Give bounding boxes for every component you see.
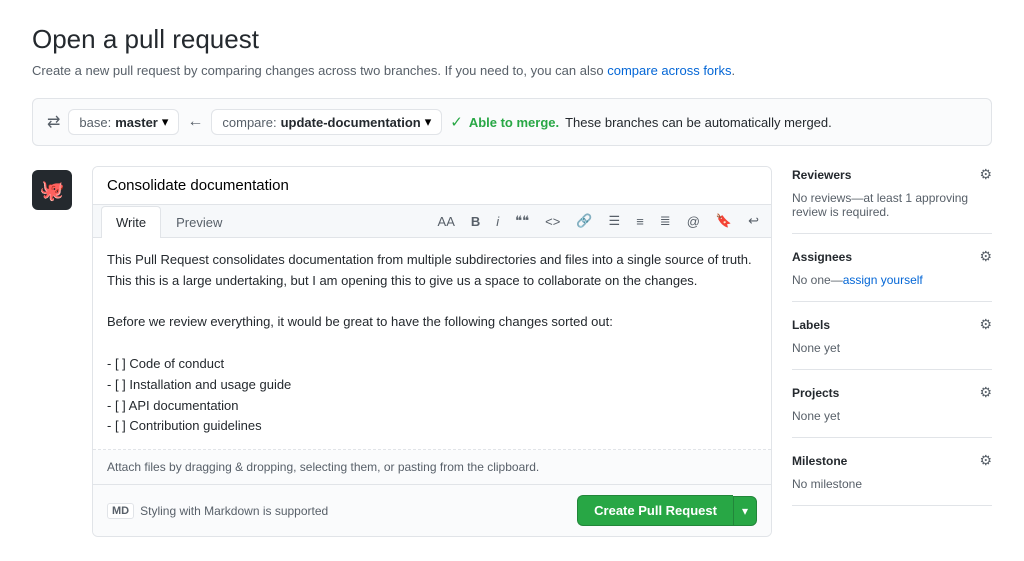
assignees-header: Assignees ⚙ — [792, 248, 992, 265]
sidebar-section-milestone: Milestone ⚙ No milestone — [792, 438, 992, 506]
toolbar-code-icon[interactable]: <> — [541, 212, 564, 231]
toolbar-ol-icon[interactable]: ≡ — [632, 212, 648, 231]
milestone-gear-icon[interactable]: ⚙ — [979, 452, 992, 469]
able-to-merge-text: Able to merge. — [469, 115, 559, 130]
md-badge: MD — [107, 503, 134, 519]
reviewers-value: No reviews—at least 1 approving review i… — [792, 191, 992, 219]
sidebar-section-labels: Labels ⚙ None yet — [792, 302, 992, 370]
milestone-title: Milestone — [792, 454, 847, 468]
sidebar: Reviewers ⚙ No reviews—at least 1 approv… — [792, 166, 992, 537]
arrow-icon: ← — [187, 113, 203, 131]
avatar: 🐙 — [32, 170, 72, 210]
attach-zone[interactable]: Attach files by dragging & dropping, sel… — [93, 450, 771, 485]
tab-preview[interactable]: Preview — [161, 206, 237, 238]
assignees-gear-icon[interactable]: ⚙ — [979, 248, 992, 265]
labels-gear-icon[interactable]: ⚙ — [979, 316, 992, 333]
milestone-header: Milestone ⚙ — [792, 452, 992, 469]
toolbar-icons: AA B i ❝❝ <> 🔗 ☰ ≡ ≣ @ 🔖 ↩ — [434, 205, 763, 237]
main-layout: 🐙 Write Preview AA B i ❝❝ <> 🔗 ☰ ≡ ≣ @ 🔖… — [32, 166, 992, 537]
assign-yourself-link[interactable]: assign yourself — [843, 273, 923, 287]
reviewers-header: Reviewers ⚙ — [792, 166, 992, 183]
create-pull-request-button[interactable]: Create Pull Request — [577, 495, 733, 526]
editor-tabs: Write Preview AA B i ❝❝ <> 🔗 ☰ ≡ ≣ @ 🔖 ↩ — [93, 205, 771, 238]
labels-title: Labels — [792, 318, 830, 332]
toolbar-bold-icon[interactable]: B — [467, 212, 484, 231]
base-label: base: — [79, 115, 111, 130]
toolbar-ref-icon[interactable]: 🔖 — [712, 211, 736, 231]
compare-branch-name: update-documentation — [281, 115, 421, 130]
attach-text: Attach files by dragging & dropping, sel… — [107, 460, 539, 474]
reviewers-gear-icon[interactable]: ⚙ — [979, 166, 992, 183]
markdown-note: MD Styling with Markdown is supported — [107, 503, 328, 519]
merge-status: ✓ Able to merge. These branches can be a… — [450, 113, 832, 131]
assignees-value: No one—assign yourself — [792, 273, 992, 287]
toolbar-ul-icon[interactable]: ☰ — [605, 211, 625, 231]
toolbar-aa-icon[interactable]: AA — [434, 212, 459, 231]
pr-footer: MD Styling with Markdown is supported Cr… — [93, 485, 771, 536]
base-branch-name: master — [115, 115, 158, 130]
markdown-note-text: Styling with Markdown is supported — [140, 504, 328, 518]
toolbar-italic-icon[interactable]: i — [492, 212, 503, 231]
pr-form: Write Preview AA B i ❝❝ <> 🔗 ☰ ≡ ≣ @ 🔖 ↩… — [92, 166, 772, 537]
compare-label: compare: — [222, 115, 276, 130]
pr-body-text: This Pull Request consolidates documenta… — [107, 250, 757, 437]
compare-forks-link[interactable]: compare across forks — [607, 63, 731, 78]
toolbar-mention-icon[interactable]: @ — [683, 212, 704, 231]
sidebar-section-projects: Projects ⚙ None yet — [792, 370, 992, 438]
submit-group: Create Pull Request ▾ — [577, 495, 757, 526]
merge-note: These branches can be automatically merg… — [565, 115, 832, 130]
toolbar-undo-icon[interactable]: ↩ — [744, 211, 763, 231]
toolbar-quote-icon[interactable]: ❝❝ — [511, 211, 533, 231]
page-title: Open a pull request — [32, 24, 992, 55]
pr-title-input[interactable] — [93, 167, 771, 205]
projects-title: Projects — [792, 386, 839, 400]
assignees-plain-text: No one— — [792, 273, 843, 287]
compare-branch-select[interactable]: compare: update-documentation ▾ — [211, 109, 442, 135]
editor-body[interactable]: This Pull Request consolidates documenta… — [93, 238, 771, 450]
projects-header: Projects ⚙ — [792, 384, 992, 401]
toolbar-task-icon[interactable]: ≣ — [656, 211, 675, 231]
sync-icon: ⇄ — [47, 112, 60, 132]
check-icon: ✓ — [450, 113, 463, 131]
branch-bar: ⇄ base: master ▾ ← compare: update-docum… — [32, 98, 992, 146]
tab-write[interactable]: Write — [101, 206, 161, 238]
page-subtitle: Create a new pull request by comparing c… — [32, 63, 992, 78]
compare-dropdown-icon: ▾ — [425, 114, 432, 130]
sidebar-section-reviewers: Reviewers ⚙ No reviews—at least 1 approv… — [792, 166, 992, 234]
milestone-value: No milestone — [792, 477, 992, 491]
reviewers-title: Reviewers — [792, 168, 851, 182]
projects-gear-icon[interactable]: ⚙ — [979, 384, 992, 401]
toolbar-link-icon[interactable]: 🔗 — [572, 211, 596, 231]
labels-header: Labels ⚙ — [792, 316, 992, 333]
projects-value: None yet — [792, 409, 992, 423]
base-dropdown-icon: ▾ — [162, 114, 169, 130]
assignees-title: Assignees — [792, 250, 852, 264]
base-branch-select[interactable]: base: master ▾ — [68, 109, 179, 135]
labels-value: None yet — [792, 341, 992, 355]
sidebar-section-assignees: Assignees ⚙ No one—assign yourself — [792, 234, 992, 302]
create-pull-request-dropdown-button[interactable]: ▾ — [733, 496, 757, 526]
